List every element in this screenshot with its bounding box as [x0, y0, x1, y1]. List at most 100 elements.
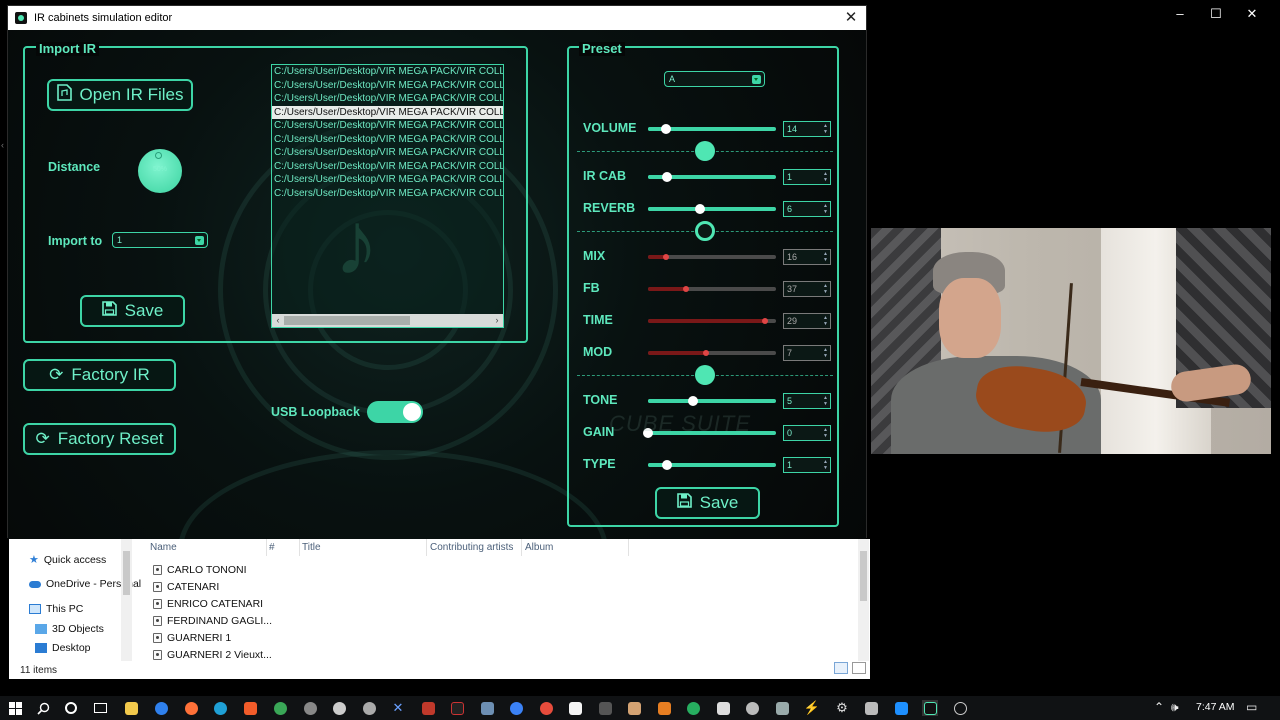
firefox-icon[interactable] — [183, 700, 199, 716]
slider-track[interactable] — [648, 172, 776, 182]
spin-arrows-icon[interactable]: ▲ ▼ — [823, 171, 828, 183]
nav-3d-objects[interactable]: 3D Objects — [35, 623, 104, 635]
slider-track[interactable] — [648, 254, 776, 260]
slider-handle[interactable] — [762, 318, 769, 324]
volume-icon[interactable]: 🕪 — [1171, 700, 1179, 715]
search-icon[interactable] — [35, 700, 51, 716]
value-spinbox[interactable]: 14 ▲ ▼ — [783, 121, 831, 137]
value-spinbox[interactable]: 1 ▲ ▼ — [783, 169, 831, 185]
app-icon[interactable] — [567, 700, 583, 716]
spin-arrows-icon[interactable]: ▲ ▼ — [823, 347, 828, 359]
slider-track[interactable] — [648, 396, 776, 406]
slider-track[interactable] — [648, 460, 776, 470]
app-icon[interactable] — [508, 700, 524, 716]
gear-icon[interactable]: ⚙ — [834, 700, 850, 716]
list-item[interactable]: ENRICO CATENARI — [153, 598, 263, 610]
chevron-up-icon[interactable]: ⌃ — [1154, 700, 1164, 714]
tiles-view-icon[interactable] — [852, 662, 866, 674]
maximize-icon[interactable]: ☐ — [1206, 6, 1226, 22]
app-icon[interactable] — [597, 700, 613, 716]
ir-file-row[interactable]: C:/Users/User/Desktop/VIR MEGA PACK/VIR … — [272, 105, 503, 119]
scroll-thumb[interactable] — [284, 316, 410, 325]
app-icon[interactable] — [744, 700, 760, 716]
horizontal-scrollbar[interactable]: ‹ › — [272, 314, 503, 327]
value-spinbox[interactable]: 1 ▲ ▼ — [783, 457, 831, 473]
list-item[interactable]: GUARNERI 2 Vieuxt... — [153, 649, 272, 661]
chrome-icon[interactable] — [272, 700, 288, 716]
spin-arrows-icon[interactable]: ▲ ▼ — [823, 459, 828, 471]
chrome-icon[interactable] — [538, 700, 554, 716]
slider-track[interactable] — [648, 204, 776, 214]
section-dial[interactable] — [695, 365, 715, 385]
slider-handle[interactable] — [662, 460, 673, 470]
clock[interactable]: 7:47 AM — [1196, 701, 1235, 713]
close-icon[interactable]: ✕ — [842, 9, 860, 27]
spin-arrows-icon[interactable]: ▲ ▼ — [823, 315, 828, 327]
col-title[interactable]: Title — [302, 542, 321, 553]
slider-handle[interactable] — [687, 396, 698, 406]
app-icon[interactable] — [656, 700, 672, 716]
ir-file-row[interactable]: C:/Users/User/Desktop/VIR MEGA PACK/VIR … — [272, 79, 503, 93]
ir-file-row[interactable]: C:/Users/User/Desktop/VIR MEGA PACK/VIR … — [272, 119, 503, 133]
app-icon[interactable] — [449, 700, 465, 716]
value-spinbox[interactable]: 0 ▲ ▼ — [783, 425, 831, 441]
slider-handle[interactable] — [682, 286, 689, 292]
slider-handle[interactable] — [695, 204, 706, 214]
spin-arrows-icon[interactable]: ▲ ▼ — [823, 283, 828, 295]
app-icon[interactable] — [479, 700, 495, 716]
ir-file-row[interactable]: C:/Users/User/Desktop/VIR MEGA PACK/VIR … — [272, 160, 503, 174]
app-icon[interactable] — [302, 700, 318, 716]
slider-track[interactable] — [648, 286, 776, 292]
nav-scrollbar[interactable] — [121, 539, 132, 661]
factory-ir-button[interactable]: ⟳ Factory IR — [23, 359, 176, 391]
usb-loopback-toggle[interactable] — [367, 401, 423, 423]
minimize-icon[interactable]: – — [1170, 6, 1190, 21]
app-icon[interactable] — [893, 700, 909, 716]
value-spinbox[interactable]: 16 ▲ ▼ — [783, 249, 831, 265]
scroll-left-icon[interactable]: ‹ — [272, 314, 284, 327]
value-spinbox[interactable]: 5 ▲ ▼ — [783, 393, 831, 409]
app-icon[interactable] — [685, 700, 701, 716]
list-item[interactable]: CARLO TONONI — [153, 564, 247, 576]
list-item[interactable]: GUARNERI 1 — [153, 632, 231, 644]
file-list-scrollbar[interactable] — [858, 539, 869, 661]
spin-arrows-icon[interactable]: ▲ ▼ — [823, 251, 828, 263]
ir-file-row[interactable]: C:/Users/User/Desktop/VIR MEGA PACK/VIR … — [272, 133, 503, 147]
close-window-icon[interactable]: ✕ — [1242, 6, 1262, 22]
app-icon[interactable] — [420, 700, 436, 716]
scroll-right-icon[interactable]: › — [491, 314, 503, 327]
preset-save-button[interactable]: Save — [655, 487, 760, 519]
slider-handle[interactable] — [660, 124, 671, 134]
ir-file-list[interactable]: C:/Users/User/Desktop/VIR MEGA PACK/VIR … — [271, 64, 504, 328]
spin-arrows-icon[interactable]: ▲ ▼ — [823, 427, 828, 439]
slider-track[interactable] — [648, 318, 776, 324]
nav-this-pc[interactable]: This PC — [29, 603, 83, 615]
spin-arrows-icon[interactable]: ▲ ▼ — [823, 395, 828, 407]
section-dial[interactable] — [695, 141, 715, 161]
col-name[interactable]: Name — [150, 542, 177, 553]
ir-file-row[interactable]: C:/Users/User/Desktop/VIR MEGA PACK/VIR … — [272, 92, 503, 106]
value-spinbox[interactable]: 7 ▲ ▼ — [783, 345, 831, 361]
spin-arrows-icon[interactable]: ▲ ▼ — [823, 203, 828, 215]
app-icon[interactable] — [715, 700, 731, 716]
factory-reset-button[interactable]: ⟳ Factory Reset — [23, 423, 176, 455]
ir-file-row[interactable]: C:/Users/User/Desktop/VIR MEGA PACK/VIR … — [272, 146, 503, 160]
task-view-icon[interactable] — [92, 700, 108, 716]
slider-handle[interactable] — [663, 254, 670, 260]
scroll-thumb[interactable] — [860, 551, 867, 601]
slider-handle[interactable] — [703, 350, 710, 356]
file-explorer-icon[interactable] — [123, 700, 139, 716]
ir-editor-taskbar-icon[interactable] — [922, 700, 938, 716]
app-icon[interactable] — [626, 700, 642, 716]
spin-arrows-icon[interactable]: ▲ ▼ — [823, 123, 828, 135]
nav-quick-access[interactable]: ★ Quick access — [29, 553, 106, 567]
cortana-icon[interactable] — [63, 700, 79, 716]
distance-knob[interactable]: 50% — [138, 149, 182, 193]
list-item[interactable]: FERDINAND GAGLI... — [153, 615, 272, 627]
app-icon[interactable]: ✕ — [390, 700, 406, 716]
import-save-button[interactable]: Save — [80, 295, 185, 327]
ir-file-row[interactable]: C:/Users/User/Desktop/VIR MEGA PACK/VIR … — [272, 187, 503, 201]
nav-desktop[interactable]: Desktop — [35, 642, 91, 654]
app-icon[interactable] — [952, 700, 968, 716]
notification-icon[interactable]: ▭ — [1246, 700, 1257, 714]
